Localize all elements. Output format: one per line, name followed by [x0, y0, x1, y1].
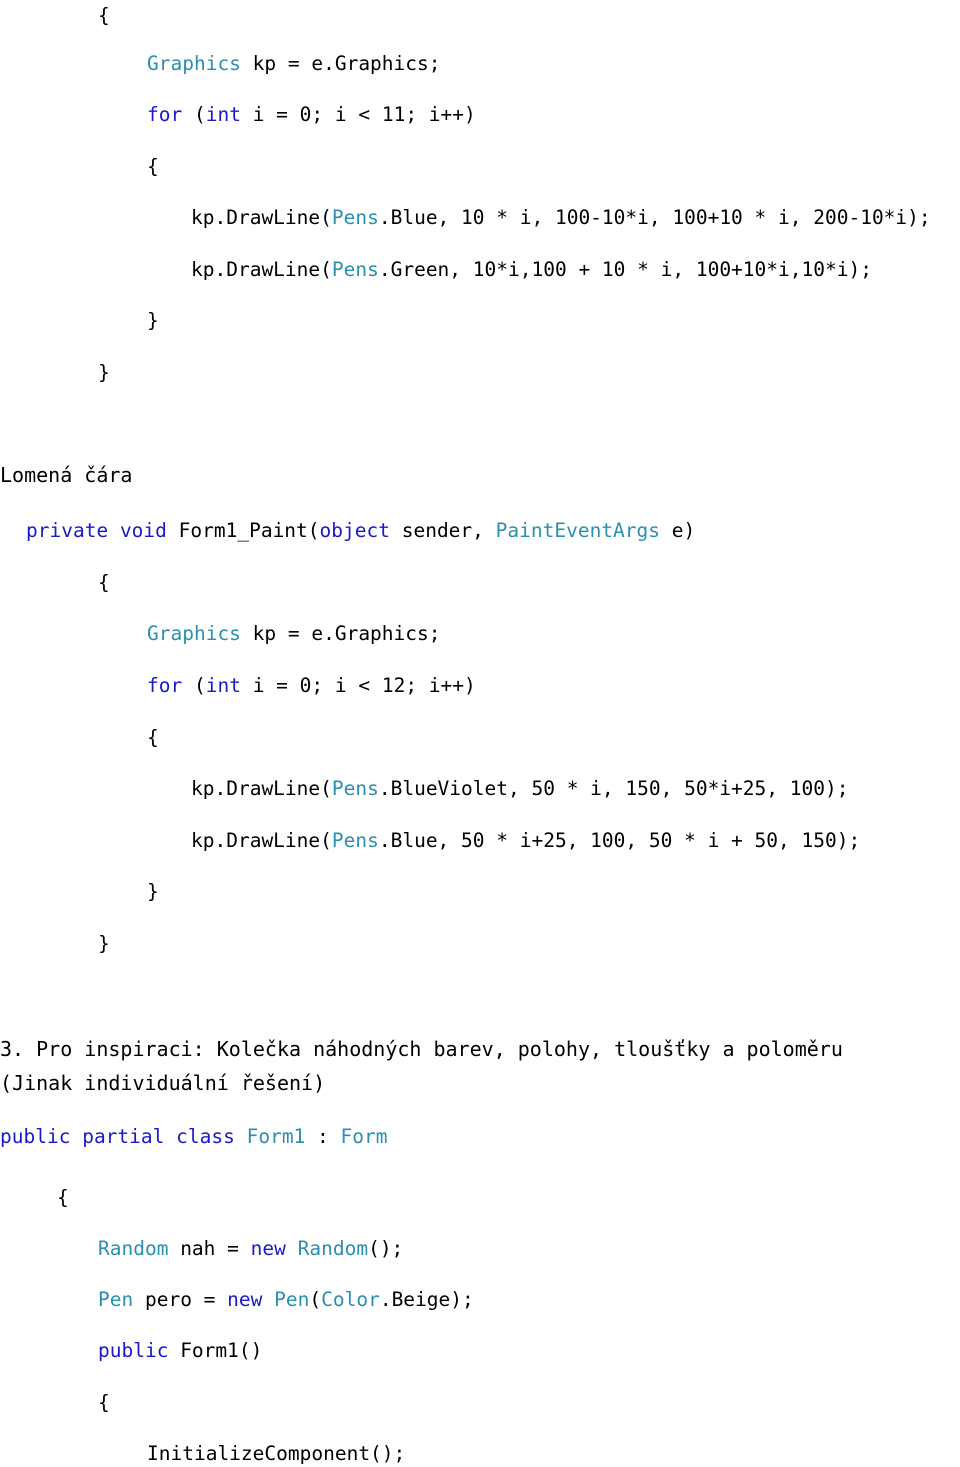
- code-token: Color: [321, 1288, 380, 1311]
- code-line: kp.DrawLine(Pens.Green, 10*i,100 + 10 * …: [191, 258, 872, 282]
- code-token: {: [147, 726, 159, 749]
- code-token: ();: [368, 1237, 404, 1260]
- code-token: Pen: [98, 1288, 134, 1311]
- code-token: int: [205, 674, 241, 697]
- code-line: {: [147, 155, 159, 179]
- code-token: (: [182, 674, 206, 697]
- code-token: .BlueViolet, 50 * i, 150, 50*i+25, 100);: [378, 777, 849, 800]
- code-line: }: [147, 880, 159, 904]
- code-token: object: [319, 519, 390, 542]
- code-line: kp.DrawLine(Pens.Blue, 50 * i+25, 100, 5…: [191, 829, 860, 853]
- code-token: kp.DrawLine(: [191, 206, 332, 229]
- code-token: Form1(): [168, 1339, 263, 1362]
- code-line: {: [98, 571, 110, 595]
- code-line: kp.DrawLine(Pens.BlueViolet, 50 * i, 150…: [191, 777, 848, 801]
- code-token: .Blue, 10 * i, 100-10*i, 100+10 * i, 200…: [378, 206, 931, 229]
- code-token: kp.DrawLine(: [191, 258, 332, 281]
- code-line: Random nah = new Random();: [98, 1237, 403, 1261]
- code-token: (Jinak individuální řešení): [0, 1071, 326, 1095]
- code-token: new: [227, 1288, 263, 1311]
- code-token: InitializeComponent();: [147, 1442, 406, 1465]
- code-token: partial: [82, 1125, 165, 1148]
- code-token: Pens: [331, 206, 379, 229]
- code-token: e): [660, 519, 696, 542]
- code-token: pero =: [133, 1288, 228, 1311]
- code-token: Form1: [246, 1125, 306, 1148]
- code-token: }: [147, 309, 159, 332]
- code-token: i = 0; i < 11; i++): [240, 103, 476, 126]
- code-token: (: [309, 1288, 322, 1311]
- code-token: class: [176, 1125, 235, 1148]
- code-token: {: [57, 1186, 69, 1209]
- code-token: .Green, 10*i,100 + 10 * i, 100+10*i,10*i…: [378, 258, 872, 281]
- code-line: {: [98, 1391, 110, 1415]
- code-token: void: [119, 519, 167, 542]
- code-token: sender,: [389, 519, 496, 542]
- prose-line: 3. Pro inspiraci: Kolečka náhodných bare…: [0, 1036, 843, 1062]
- code-token: Pens: [331, 829, 379, 852]
- code-token: {: [98, 1391, 110, 1414]
- code-line: for (int i = 0; i < 11; i++): [147, 103, 476, 127]
- code-token: kp.DrawLine(: [191, 829, 332, 852]
- code-token: }: [98, 932, 110, 955]
- prose-line: (Jinak individuální řešení): [0, 1070, 325, 1096]
- document-page: {Graphics kp = e.Graphics; for (int i = 0…: [0, 0, 960, 1467]
- code-line: Pen pero = new Pen(Color.Beige);: [98, 1288, 474, 1312]
- code-token: {: [98, 571, 110, 594]
- code-token: PaintEventArgs: [495, 519, 661, 542]
- code-token: (: [182, 103, 206, 126]
- code-line: {: [57, 1186, 69, 1210]
- code-token: Form1_Paint(: [166, 519, 320, 542]
- code-line: {: [147, 726, 159, 750]
- code-token: int: [205, 103, 241, 126]
- code-line: public partial class Form1 : Form: [0, 1125, 388, 1149]
- code-token: .Beige);: [379, 1288, 474, 1311]
- code-token: }: [98, 361, 110, 384]
- code-token: {: [98, 4, 110, 27]
- code-token: Graphics: [147, 52, 241, 75]
- code-line: }: [98, 361, 110, 385]
- code-token: public: [98, 1339, 169, 1362]
- code-token: Pens: [331, 258, 379, 281]
- code-token: i = 0; i < 12; i++): [240, 674, 476, 697]
- code-token: kp = e.Graphics;: [240, 622, 441, 645]
- code-line: kp.DrawLine(Pens.Blue, 10 * i, 100-10*i,…: [191, 206, 931, 230]
- code-token: nah =: [168, 1237, 251, 1260]
- code-token: }: [147, 880, 159, 903]
- code-token: public: [0, 1125, 71, 1148]
- code-token: for: [147, 674, 183, 697]
- code-token: kp.DrawLine(: [191, 777, 332, 800]
- code-line: public Form1(): [98, 1339, 262, 1363]
- code-token: for: [147, 103, 183, 126]
- code-token: .Blue, 50 * i+25, 100, 50 * i + 50, 150)…: [378, 829, 861, 852]
- code-token: Lomená čára: [0, 463, 133, 487]
- code-token: Random: [98, 1237, 169, 1260]
- code-token: Random: [297, 1237, 369, 1260]
- code-token: Pen: [274, 1288, 310, 1311]
- code-line: for (int i = 0; i < 12; i++): [147, 674, 476, 698]
- code-token: {: [147, 155, 159, 178]
- code-token: Form: [340, 1125, 388, 1148]
- code-line: Graphics kp = e.Graphics;: [147, 52, 441, 76]
- code-line: Graphics kp = e.Graphics;: [147, 622, 441, 646]
- code-token: Graphics: [147, 622, 241, 645]
- code-line: private void Form1_Paint(object sender, …: [26, 519, 695, 543]
- code-token: kp = e.Graphics;: [240, 52, 441, 75]
- code-token: :: [305, 1125, 341, 1148]
- prose-line: Lomená čára: [0, 462, 132, 488]
- code-token: Pens: [331, 777, 379, 800]
- code-line: InitializeComponent();: [147, 1442, 405, 1466]
- code-line: }: [98, 932, 110, 956]
- code-line: {: [98, 4, 110, 28]
- code-token: 3. Pro inspiraci: Kolečka náhodných bare…: [0, 1037, 843, 1061]
- code-token: private: [26, 519, 109, 542]
- code-line: }: [147, 309, 159, 333]
- code-token: new: [250, 1237, 286, 1260]
